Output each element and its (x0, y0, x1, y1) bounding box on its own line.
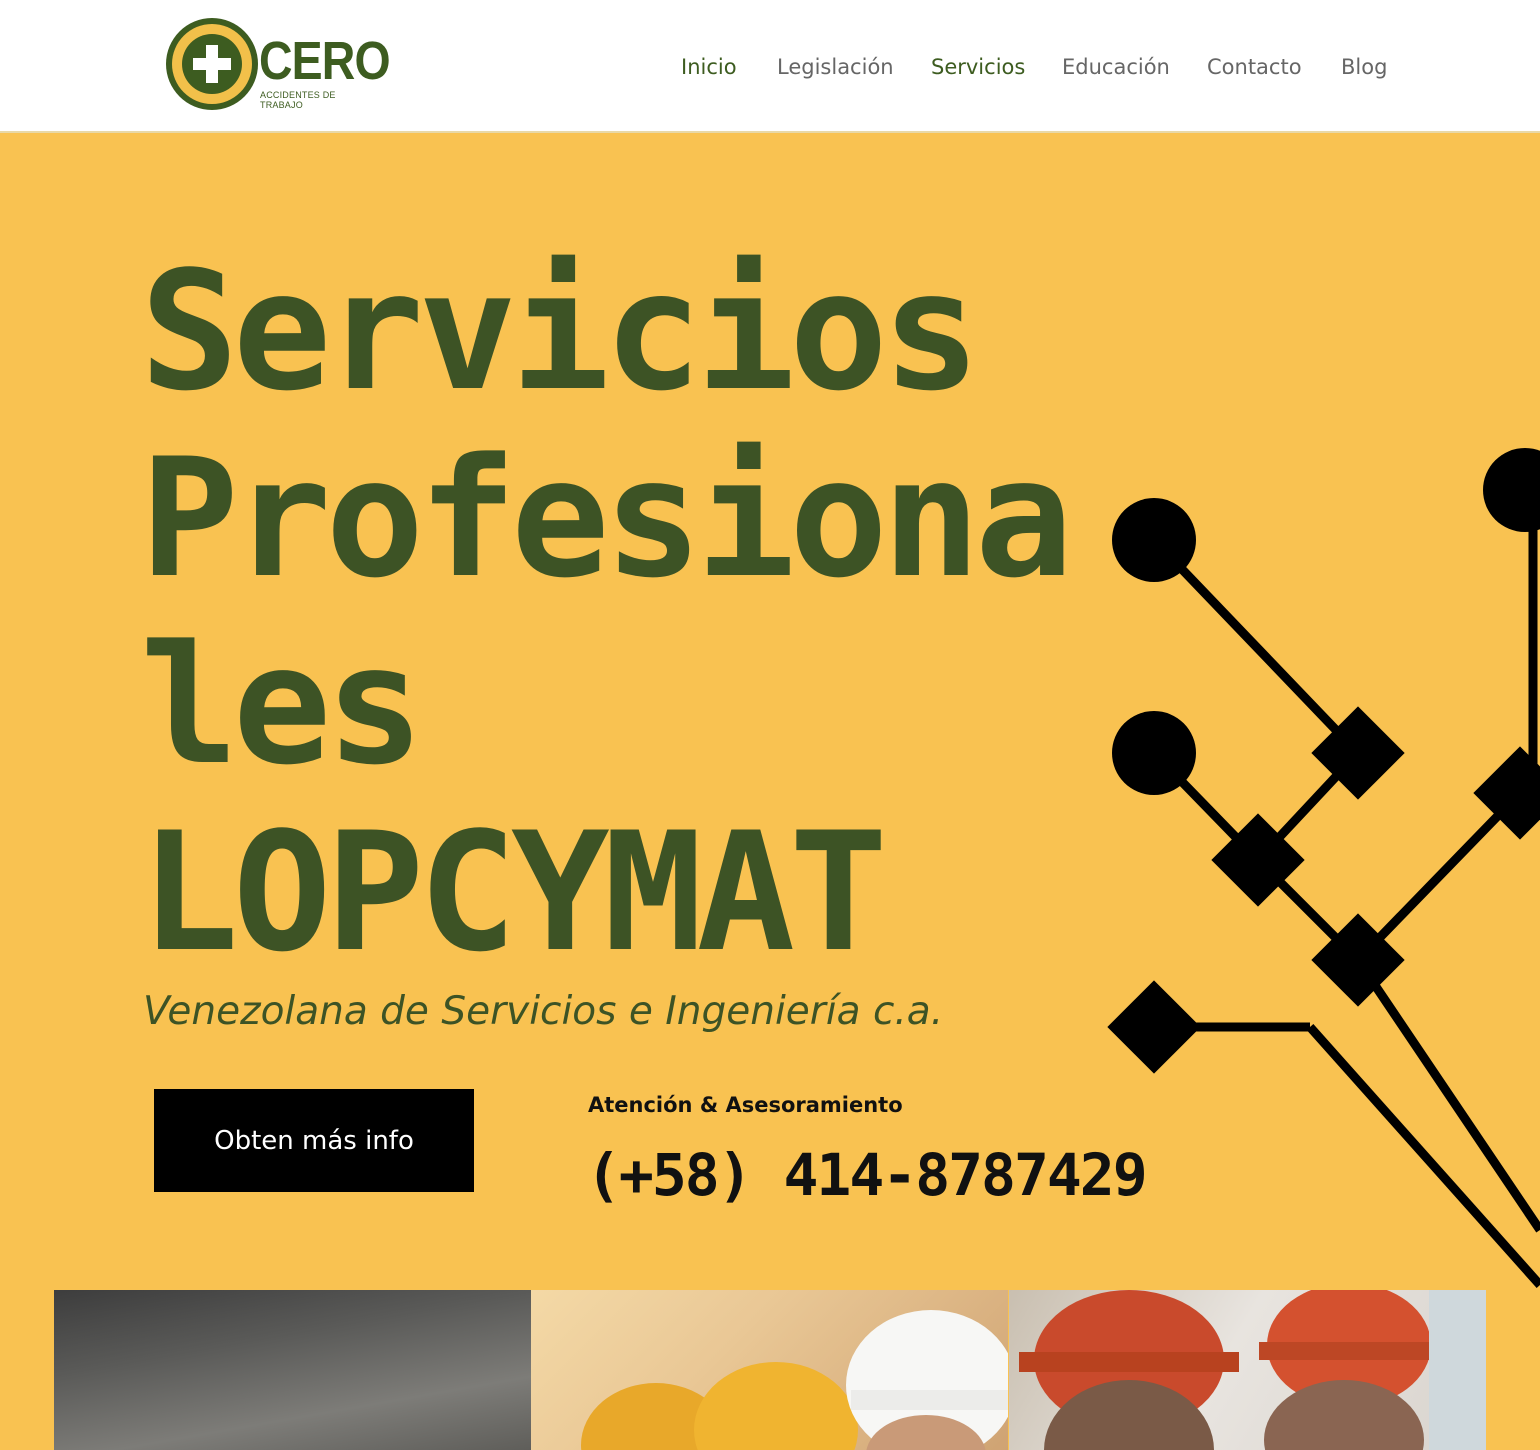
hero-title: Servicios Profesiona les LOPCYMAT (140, 238, 1140, 986)
nav-item-contacto[interactable]: Contacto (1207, 54, 1302, 80)
logo-wordmark: CERO (259, 31, 391, 91)
red-helmets-illustration-icon (1019, 1290, 1486, 1450)
nav-item-educacion[interactable]: Educación (1062, 54, 1170, 80)
more-info-button[interactable]: Obten más info (154, 1089, 474, 1192)
photo-gallery (54, 1290, 1486, 1450)
circuit-decoration-icon (1107, 448, 1540, 1288)
logo-badge-icon (166, 18, 258, 110)
concrete-surface-photo (54, 1290, 531, 1450)
hero-title-line: LOPCYMAT (140, 797, 888, 988)
nav-item-blog[interactable]: Blog (1341, 54, 1387, 80)
workers-red-helmets-photo (1009, 1290, 1486, 1450)
site-header: CERO ACCIDENTES DE TRABAJO Inicio Legisl… (0, 0, 1540, 133)
site-logo[interactable]: CERO ACCIDENTES DE TRABAJO (166, 18, 391, 114)
nav-item-inicio[interactable]: Inicio (681, 54, 737, 80)
hero-title-line: les (140, 610, 424, 801)
logo-tagline: ACCIDENTES DE TRABAJO (260, 90, 336, 110)
hard-hats-illustration-icon (581, 1310, 1008, 1450)
hero-title-line: Servicios (140, 236, 981, 427)
phone-number[interactable]: (+58) 414-8787429 (586, 1140, 1148, 1210)
hero-subtitle: Venezolana de Servicios e Ingeniería c.a… (143, 989, 944, 1034)
nav-item-legislacion[interactable]: Legislación (777, 54, 894, 80)
workers-hard-hats-photo (531, 1290, 1008, 1450)
contact-label: Atención & Asesoramiento (588, 1093, 903, 1117)
nav-item-servicios[interactable]: Servicios (931, 54, 1025, 80)
hero-title-line: Profesiona (140, 423, 1073, 614)
